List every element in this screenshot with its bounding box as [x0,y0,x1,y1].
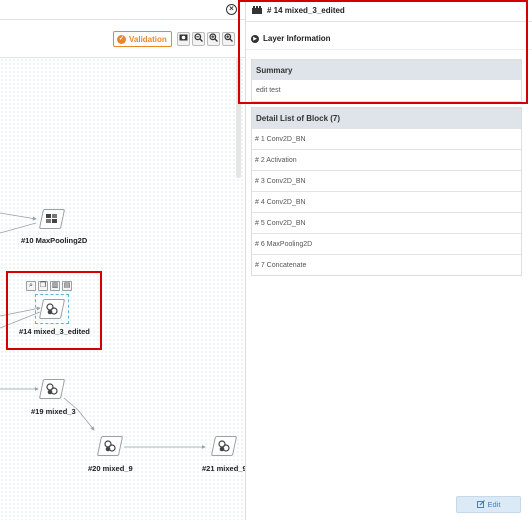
block-icon [96,436,124,456]
detail-list: Detail List of Block (7) # 1 Conv2D_BN #… [251,107,522,276]
edit-icon [476,499,485,510]
block-icon [38,379,66,399]
highlight-box-node [6,271,102,350]
maxpool-icon [38,209,66,229]
list-item[interactable]: # 1 Conv2D_BN [252,128,521,149]
edit-label: Edit [487,500,501,509]
block-icon [210,436,238,456]
edit-button[interactable]: Edit [456,496,521,513]
node-label: #20 mixed_9 [88,464,133,473]
list-item[interactable]: # 5 Conv2D_BN [252,212,521,233]
list-item[interactable]: # 7 Concatenate [252,254,521,275]
list-item[interactable]: # 3 Conv2D_BN [252,170,521,191]
list-item[interactable]: # 4 Conv2D_BN [252,191,521,212]
node-label: #19 mixed_3 [31,407,76,416]
detail-list-title: Detail List of Block (7) [252,108,521,128]
highlight-box-panel [238,0,528,104]
list-item[interactable]: # 2 Activation [252,149,521,170]
node-label: #21 mixed_9 [202,464,245,473]
edge-lines [0,212,206,449]
properties-panel: # 14 mixed_3_edited ▶ Layer Information … [238,0,532,520]
node-label: #10 MaxPooling2D [21,236,88,245]
model-canvas[interactable]: × ✓ Validation #10 MaxPooling2D ⌕ ❐ ▥ ▤ … [0,0,245,520]
list-item[interactable]: # 6 MaxPooling2D [252,233,521,254]
